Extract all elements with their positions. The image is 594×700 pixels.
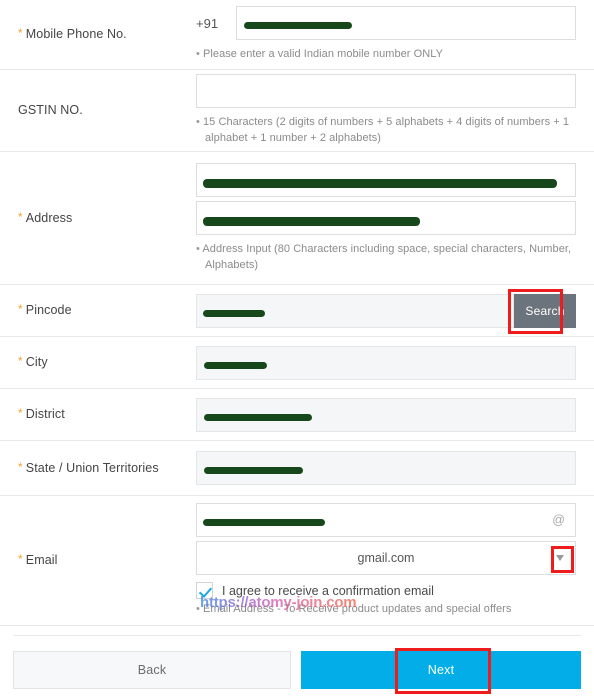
city-label-text: City — [25, 355, 48, 370]
pincode-label: * Pincode — [0, 302, 196, 318]
state-input[interactable] — [196, 451, 576, 485]
form-row-address: *Address Address Input (80 Characters in… — [0, 152, 594, 285]
footer-actions: Back Next — [0, 651, 594, 689]
form-row-city: * City — [0, 337, 594, 389]
district-label-text: District — [25, 407, 65, 422]
form-row-state: * State / Union Territories — [0, 441, 594, 496]
address-fields: Address Input (80 Characters including s… — [196, 162, 594, 274]
pincode-fields: Search — [196, 293, 594, 328]
email-domain-select[interactable]: gmail.com — [196, 541, 576, 576]
email-username-wrap: @ — [196, 503, 576, 538]
mobile-phone-label-text: Mobile Phone No. — [25, 27, 127, 42]
required-asterisk-icon: * — [18, 26, 23, 41]
required-asterisk-icon: * — [18, 552, 23, 567]
agree-confirmation-row: I agree to receive a confirmation email — [196, 582, 576, 600]
pincode-input[interactable] — [196, 293, 514, 328]
form-row-district: * District — [0, 389, 594, 441]
pincode-line: Search — [196, 293, 576, 328]
address-line2-input[interactable] — [196, 200, 576, 235]
district-input-wrap — [196, 397, 576, 432]
email-helper-text: Email Address - To Receive product updat… — [196, 602, 576, 618]
required-asterisk-icon: * — [18, 459, 23, 474]
address-line2-wrap — [196, 200, 576, 235]
city-input-wrap — [196, 345, 576, 380]
gstin-label-text: GSTIN NO. — [18, 103, 83, 118]
email-label-text: Email — [25, 553, 58, 568]
district-fields — [196, 397, 594, 432]
email-fields: @ gmail.com I agree to receive a confirm… — [196, 503, 594, 618]
form-row-email: * Email @ gmail.com I agree to receive a … — [0, 496, 594, 626]
back-button[interactable]: Back — [13, 651, 291, 689]
registration-form: *Mobile Phone No. +91 Please enter a val… — [0, 0, 594, 700]
address-label-text: Address — [25, 210, 73, 225]
state-input-wrap — [196, 451, 576, 485]
country-code-prefix: +91 — [196, 15, 219, 31]
gstin-input-wrap — [196, 74, 576, 109]
mobile-phone-label: * Mobile Phone No. — [0, 26, 196, 42]
city-input[interactable] — [196, 345, 576, 380]
agree-confirmation-checkbox[interactable] — [196, 582, 213, 600]
district-label: * District — [0, 406, 196, 422]
next-button[interactable]: Next — [301, 651, 581, 689]
district-input[interactable] — [196, 397, 576, 432]
state-fields — [196, 451, 594, 485]
email-domain-selected-text: gmail.com — [357, 551, 415, 566]
required-asterisk-icon: * — [18, 354, 23, 369]
pincode-search-button[interactable]: Search — [514, 293, 576, 328]
form-row-pincode: * Pincode Search — [0, 285, 594, 337]
gstin-fields: 15 Characters (2 digits of numbers + 5 a… — [196, 74, 594, 147]
city-fields — [196, 345, 594, 380]
mobile-phone-input-wrap — [236, 6, 576, 41]
mobile-phone-helper-text: Please enter a valid Indian mobile numbe… — [196, 47, 576, 63]
pincode-input-wrap — [196, 293, 514, 328]
email-label: * Email — [0, 552, 196, 568]
gstin-helper-text: 15 Characters (2 digits of numbers + 5 a… — [196, 115, 576, 147]
form-row-mobile-phone: *Mobile Phone No. +91 Please enter a val… — [0, 0, 594, 70]
address-line1-input[interactable] — [196, 162, 576, 197]
chevron-down-icon[interactable] — [556, 555, 564, 562]
required-asterisk-icon: * — [18, 209, 23, 224]
address-helper-text: Address Input (80 Characters including s… — [196, 242, 576, 274]
address-label: * Address — [0, 210, 196, 226]
gstin-label: GSTIN NO. — [0, 102, 196, 118]
pincode-label-text: Pincode — [25, 303, 72, 318]
agree-confirmation-label: I agree to receive a confirmation email — [222, 583, 434, 598]
address-line1-wrap — [196, 162, 576, 197]
gstin-input[interactable] — [196, 74, 576, 109]
footer-divider — [13, 635, 581, 636]
email-username-input[interactable] — [196, 503, 576, 538]
required-asterisk-icon: * — [18, 406, 23, 421]
state-label-text: State / Union Territories — [25, 460, 159, 475]
mobile-phone-input[interactable] — [236, 6, 576, 41]
form-row-gstin: GSTIN NO. 15 Characters (2 digits of num… — [0, 70, 594, 152]
mobile-phone-fields: +91 Please enter a valid Indian mobile n… — [196, 6, 594, 63]
city-label: * City — [0, 354, 196, 370]
state-label: * State / Union Territories — [0, 460, 196, 476]
required-asterisk-icon: * — [18, 302, 23, 317]
mobile-phone-line: +91 — [196, 6, 576, 41]
